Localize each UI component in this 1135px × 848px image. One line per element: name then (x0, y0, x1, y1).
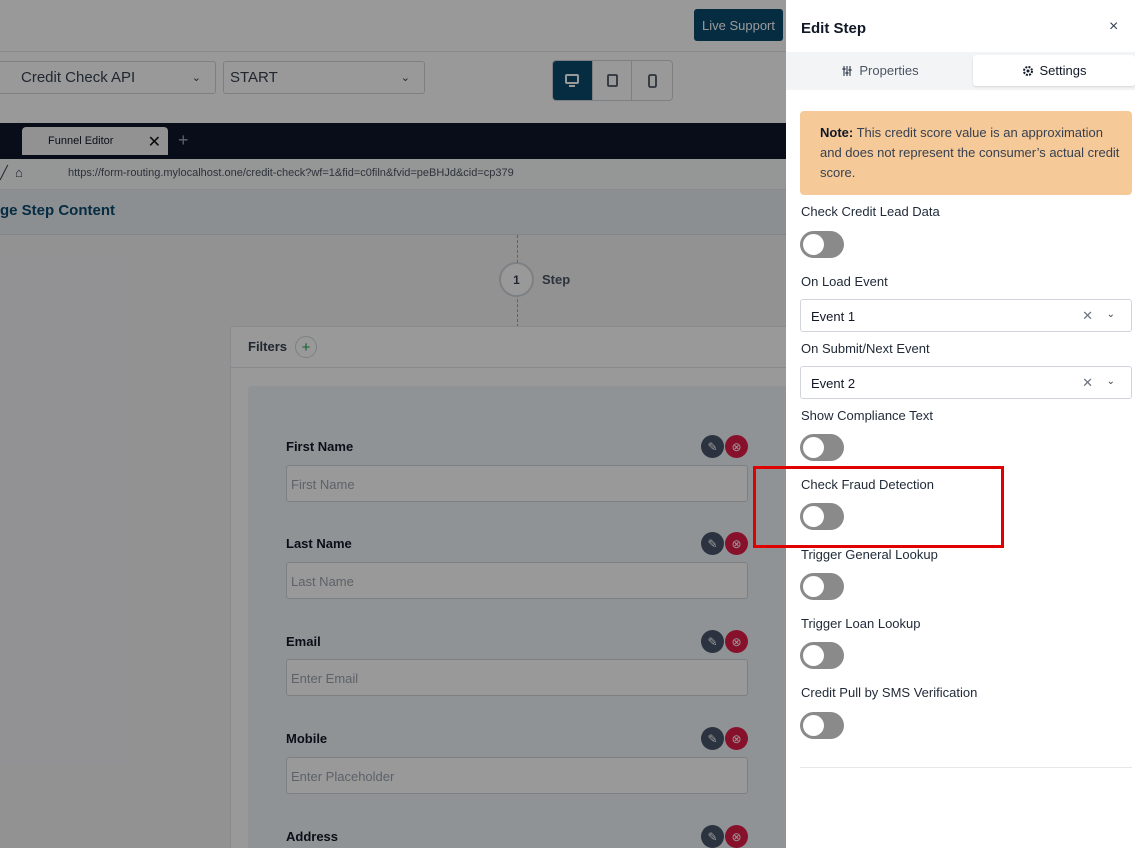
general-lookup-label: Trigger General Lookup (801, 547, 938, 562)
highlight-box (753, 466, 1004, 548)
toggle-knob (803, 715, 824, 736)
tab-settings-label: Settings (1039, 63, 1087, 78)
on-load-value: Event 1 (811, 309, 856, 324)
check-credit-label: Check Credit Lead Data (801, 204, 940, 219)
note-text: This credit score value is an approximat… (820, 125, 1120, 180)
check-credit-toggle[interactable] (800, 231, 844, 258)
general-lookup-toggle[interactable] (800, 573, 844, 600)
toggle-knob (803, 576, 824, 597)
chevron-down-icon[interactable]: ⌄ (1107, 376, 1115, 387)
on-submit-label: On Submit/Next Event (801, 341, 930, 356)
on-load-select[interactable]: Event 1 ✕ ⌄ (800, 299, 1132, 332)
sliders-icon (842, 65, 852, 76)
loan-lookup-toggle[interactable] (800, 642, 844, 669)
on-submit-value: Event 2 (811, 376, 856, 391)
compliance-label: Show Compliance Text (801, 408, 933, 423)
gear-icon (1022, 65, 1033, 76)
divider (800, 767, 1132, 768)
clear-icon[interactable]: ✕ (1082, 375, 1093, 391)
toggle-knob (803, 645, 824, 666)
chevron-down-icon[interactable]: ⌄ (1107, 309, 1115, 320)
toggle-knob (803, 437, 824, 458)
tab-settings[interactable]: Settings (973, 55, 1135, 86)
compliance-toggle[interactable] (800, 434, 844, 461)
clear-icon[interactable]: ✕ (1082, 308, 1093, 324)
sms-verification-toggle[interactable] (800, 712, 844, 739)
tab-properties[interactable]: Properties (790, 55, 970, 86)
on-submit-select[interactable]: Event 2 ✕ ⌄ (800, 366, 1132, 399)
toggle-knob (803, 234, 824, 255)
sms-verification-label: Credit Pull by SMS Verification (801, 685, 978, 700)
loan-lookup-label: Trigger Loan Lookup (801, 616, 921, 631)
drawer-title: Edit Step (801, 20, 867, 37)
modal-backdrop[interactable] (0, 0, 786, 848)
tab-properties-label: Properties (859, 63, 919, 78)
close-icon[interactable]: × (1109, 18, 1118, 36)
on-load-label: On Load Event (801, 274, 888, 289)
credit-score-note: Note: This credit score value is an appr… (800, 111, 1132, 195)
note-bold-label: Note: (820, 125, 854, 140)
